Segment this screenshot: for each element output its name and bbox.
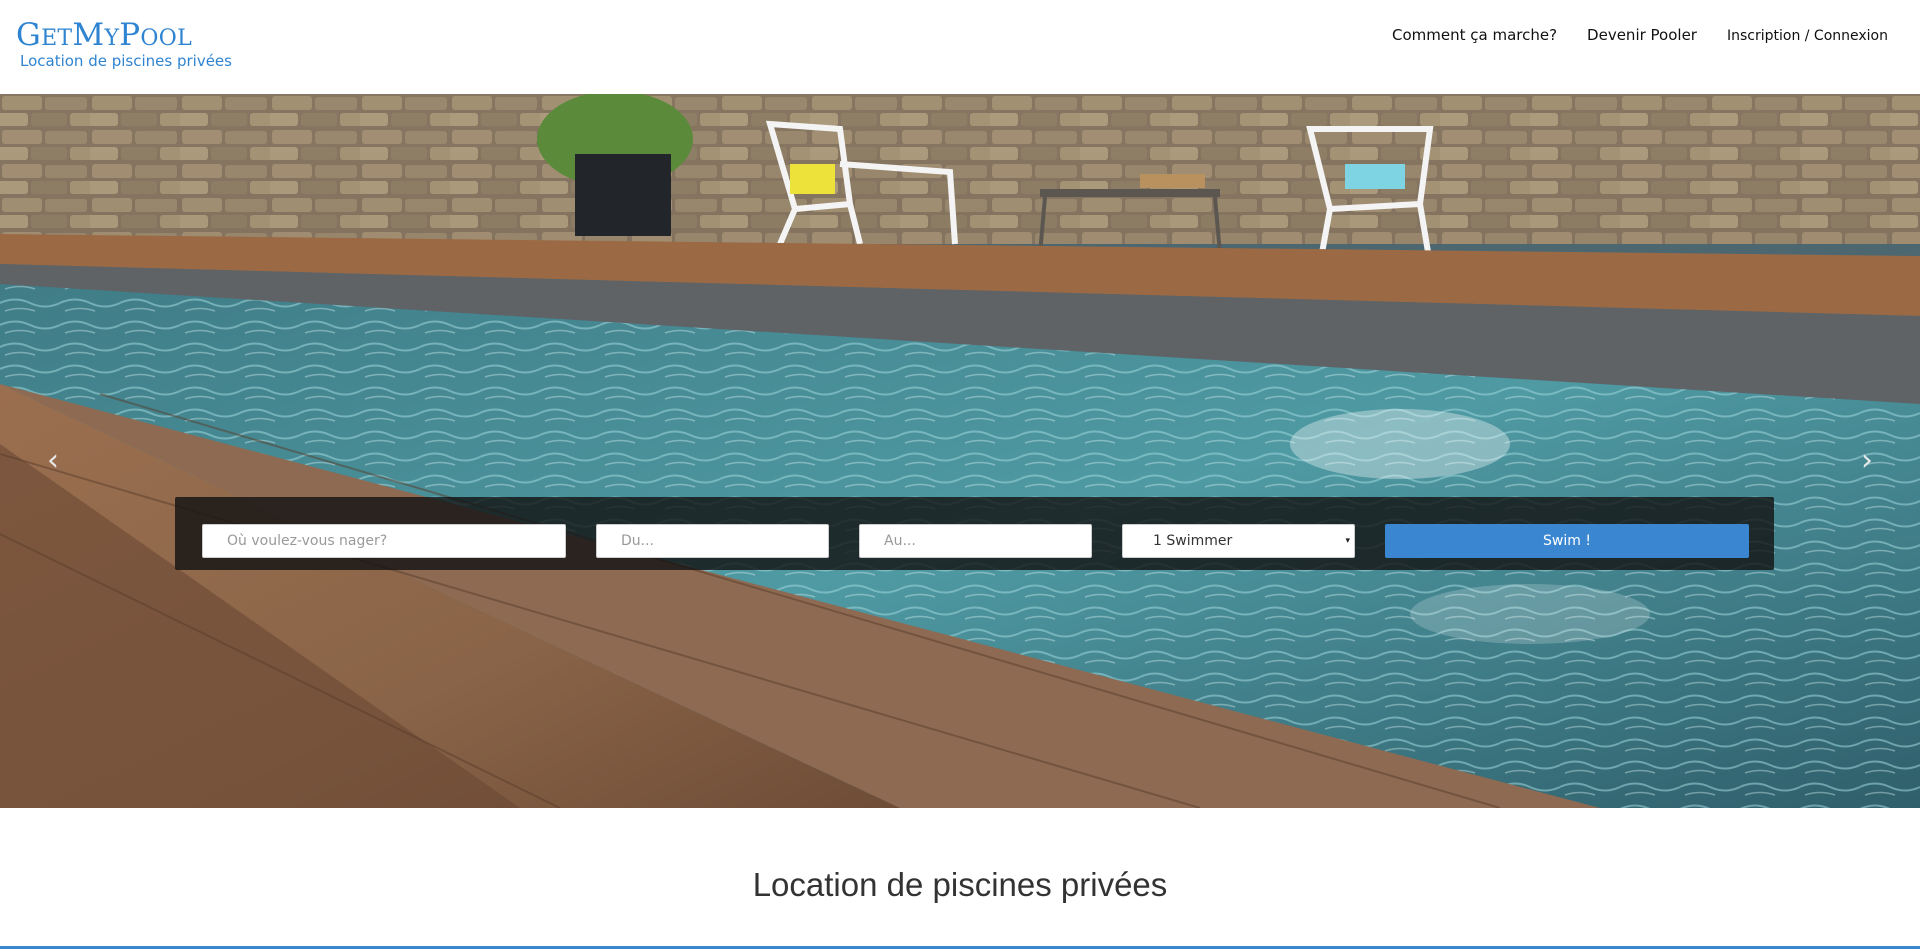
nav-become-pooler[interactable]: Devenir Pooler xyxy=(1587,26,1697,44)
swim-search-button[interactable]: Swim ! xyxy=(1385,524,1749,558)
site-header: GetMyPool Location de piscines privées C… xyxy=(0,0,1920,94)
logo-tagline: Location de piscines privées xyxy=(20,52,232,70)
hero-carousel: ‹ › 1 Swimmer ▾ Swim ! xyxy=(0,94,1920,808)
carousel-next-button[interactable]: › xyxy=(1852,446,1882,476)
logo[interactable]: GetMyPool Location de piscines privées xyxy=(16,18,232,70)
nav-how-it-works[interactable]: Comment ça marche? xyxy=(1392,26,1557,44)
destination-input[interactable] xyxy=(202,524,566,558)
chevron-right-icon: › xyxy=(1861,443,1873,478)
nav-signin[interactable]: Inscription / Connexion xyxy=(1727,26,1888,44)
logo-title[interactable]: GetMyPool xyxy=(16,18,232,52)
main-nav: Comment ça marche? Devenir Pooler Inscri… xyxy=(1392,26,1888,44)
chevron-left-icon: ‹ xyxy=(47,443,59,478)
date-from-input[interactable] xyxy=(596,524,829,558)
select-caret-icon: ▾ xyxy=(1345,536,1350,546)
date-to-input[interactable] xyxy=(859,524,1092,558)
swimmers-select[interactable]: 1 Swimmer ▾ xyxy=(1122,524,1355,558)
swimmers-select-value: 1 Swimmer xyxy=(1153,533,1233,549)
carousel-prev-button[interactable]: ‹ xyxy=(38,446,68,476)
section-title: Location de piscines privées xyxy=(752,866,1168,903)
search-bar: 1 Swimmer ▾ Swim ! xyxy=(175,497,1774,570)
hero-pool-image xyxy=(0,94,1920,808)
